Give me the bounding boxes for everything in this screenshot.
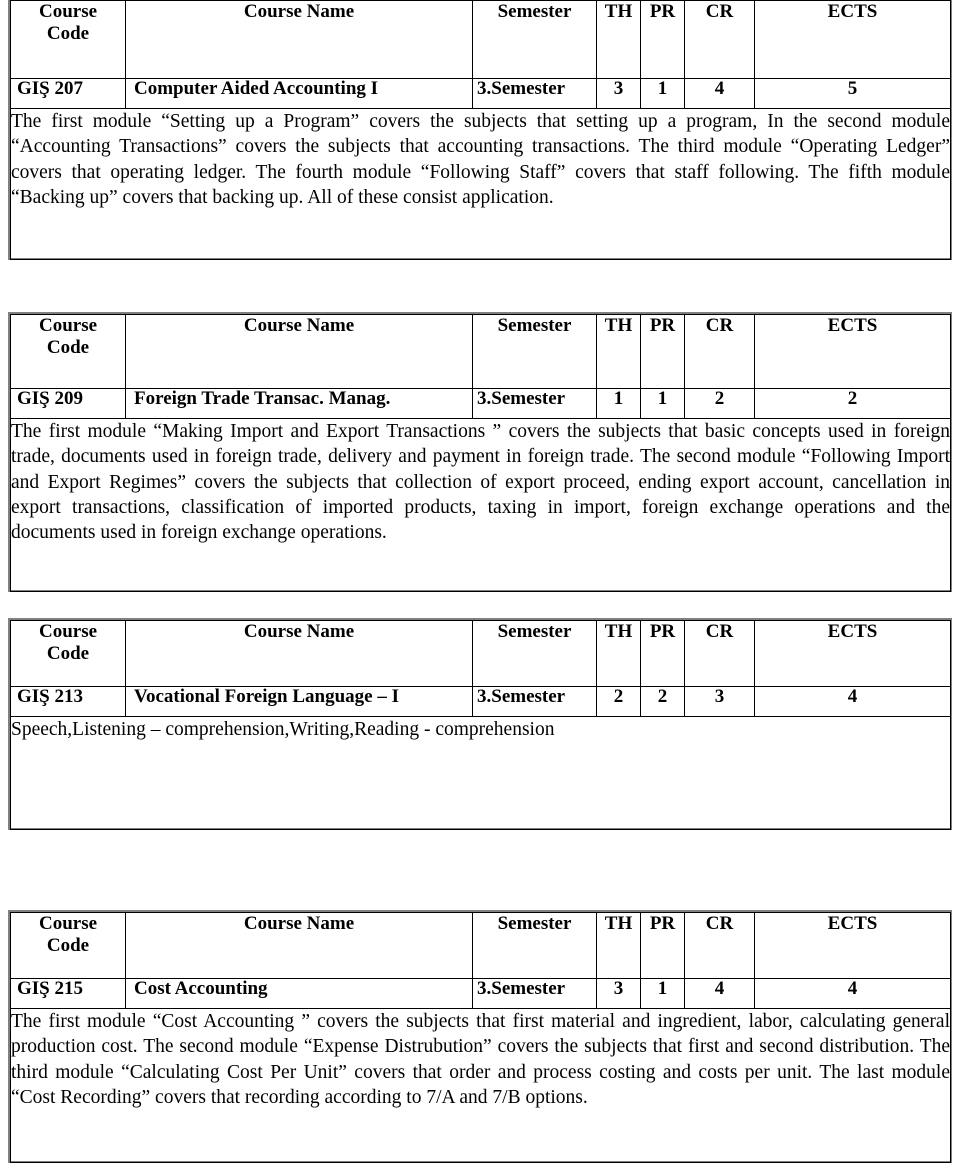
header-cr: CR — [684, 620, 755, 687]
course-description: The first module “Cost Accounting ” cove… — [11, 1011, 950, 1108]
header-semester: Semester — [472, 314, 597, 389]
cell-pr: 1 — [640, 78, 685, 109]
header-cr: CR — [684, 0, 755, 79]
course-table: Course Code Course Name Semester TH PR C… — [10, 620, 951, 830]
course-block-gis-209: Course Code Course Name Semester TH PR C… — [8, 312, 952, 592]
course-table: Course Code Course Name Semester TH PR C… — [10, 314, 951, 592]
course-description: The first module “Setting up a Program” … — [11, 111, 950, 208]
header-semester: Semester — [472, 620, 597, 687]
header-pr: PR — [640, 314, 685, 389]
header-course-code: Course Code — [10, 0, 126, 79]
table-header-row: Course Code Course Name Semester TH PR C… — [10, 0, 951, 79]
header-pr: PR — [640, 912, 685, 979]
header-course-name: Course Name — [125, 620, 473, 687]
header-course-code: Course Code — [10, 314, 126, 389]
cell-pr: 1 — [640, 978, 685, 1009]
header-course-name: Course Name — [125, 314, 473, 389]
header-course-code-line2: Code — [46, 935, 90, 957]
cell-semester: 3.Semester — [472, 78, 597, 109]
header-th: TH — [596, 620, 641, 687]
cell-th: 2 — [596, 686, 641, 717]
course-block-gis-207: Course Code Course Name Semester TH PR C… — [8, 0, 952, 260]
cell-course-name: Computer Aided Accounting I — [125, 78, 473, 109]
cell-description: The first module “Making Import and Expo… — [10, 418, 951, 592]
cell-course-code: GIŞ 215 — [10, 978, 126, 1009]
table-description-row: The first module “Making Import and Expo… — [10, 418, 951, 592]
cell-cr: 4 — [684, 78, 755, 109]
header-course-code-line2: Code — [46, 643, 90, 665]
table-row: GIŞ 215 Cost Accounting 3.Semester 3 1 4… — [10, 978, 951, 1009]
cell-th: 3 — [596, 978, 641, 1009]
table-description-row: Speech,Listening – comprehension,Writing… — [10, 716, 951, 830]
table-header-row: Course Code Course Name Semester TH PR C… — [10, 620, 951, 687]
table-row: GIŞ 207 Computer Aided Accounting I 3.Se… — [10, 78, 951, 109]
header-course-code: Course Code — [10, 620, 126, 687]
cell-semester: 3.Semester — [472, 388, 597, 419]
header-ects: ECTS — [754, 912, 951, 979]
cell-description: Speech,Listening – comprehension,Writing… — [10, 716, 951, 830]
header-ects: ECTS — [754, 620, 951, 687]
cell-ects: 4 — [754, 686, 951, 717]
cell-cr: 4 — [684, 978, 755, 1009]
table-description-row: The first module “Setting up a Program” … — [10, 108, 951, 260]
header-semester: Semester — [472, 912, 597, 979]
header-course-name: Course Name — [125, 0, 473, 79]
document-page: Course Code Course Name Semester TH PR C… — [0, 0, 960, 1173]
table-row: GIŞ 209 Foreign Trade Transac. Manag. 3.… — [10, 388, 951, 419]
header-cr: CR — [684, 314, 755, 389]
cell-pr: 1 — [640, 388, 685, 419]
header-course-code-line1: Course — [38, 621, 98, 642]
course-table: Course Code Course Name Semester TH PR C… — [10, 0, 951, 260]
cell-description: The first module “Cost Accounting ” cove… — [10, 1008, 951, 1163]
cell-semester: 3.Semester — [472, 978, 597, 1009]
cell-ects: 5 — [754, 78, 951, 109]
header-pr: PR — [640, 0, 685, 79]
cell-th: 3 — [596, 78, 641, 109]
table-header-row: Course Code Course Name Semester TH PR C… — [10, 912, 951, 979]
header-th: TH — [596, 912, 641, 979]
cell-cr: 2 — [684, 388, 755, 419]
course-block-gis-215: Course Code Course Name Semester TH PR C… — [8, 910, 952, 1163]
header-course-name: Course Name — [125, 912, 473, 979]
cell-semester: 3.Semester — [472, 686, 597, 717]
header-th: TH — [596, 0, 641, 79]
header-course-code-line2: Code — [46, 23, 90, 45]
table-header-row: Course Code Course Name Semester TH PR C… — [10, 314, 951, 389]
cell-ects: 4 — [754, 978, 951, 1009]
cell-pr: 2 — [640, 686, 685, 717]
course-description: The first module “Making Import and Expo… — [11, 421, 950, 543]
cell-ects: 2 — [754, 388, 951, 419]
table-row: GIŞ 213 Vocational Foreign Language – I … — [10, 686, 951, 717]
header-ects: ECTS — [754, 314, 951, 389]
header-course-code-line1: Course — [38, 315, 98, 336]
cell-course-code: GIŞ 207 — [10, 78, 126, 109]
course-description: Speech,Listening – comprehension,Writing… — [11, 719, 555, 740]
header-ects: ECTS — [754, 0, 951, 79]
cell-course-name: Cost Accounting — [125, 978, 473, 1009]
header-course-code-line1: Course — [38, 1, 98, 22]
table-description-row: The first module “Cost Accounting ” cove… — [10, 1008, 951, 1163]
cell-course-code: GIŞ 209 — [10, 388, 126, 419]
cell-course-name: Vocational Foreign Language – I — [125, 686, 473, 717]
header-course-code-line2: Code — [46, 337, 90, 359]
header-course-code-line1: Course — [38, 913, 98, 934]
cell-th: 1 — [596, 388, 641, 419]
header-course-code: Course Code — [10, 912, 126, 979]
course-table: Course Code Course Name Semester TH PR C… — [10, 912, 951, 1163]
header-semester: Semester — [472, 0, 597, 79]
cell-cr: 3 — [684, 686, 755, 717]
cell-course-code: GIŞ 213 — [10, 686, 126, 717]
cell-course-name: Foreign Trade Transac. Manag. — [125, 388, 473, 419]
header-pr: PR — [640, 620, 685, 687]
header-cr: CR — [684, 912, 755, 979]
course-block-gis-213: Course Code Course Name Semester TH PR C… — [8, 618, 952, 830]
cell-description: The first module “Setting up a Program” … — [10, 108, 951, 260]
header-th: TH — [596, 314, 641, 389]
